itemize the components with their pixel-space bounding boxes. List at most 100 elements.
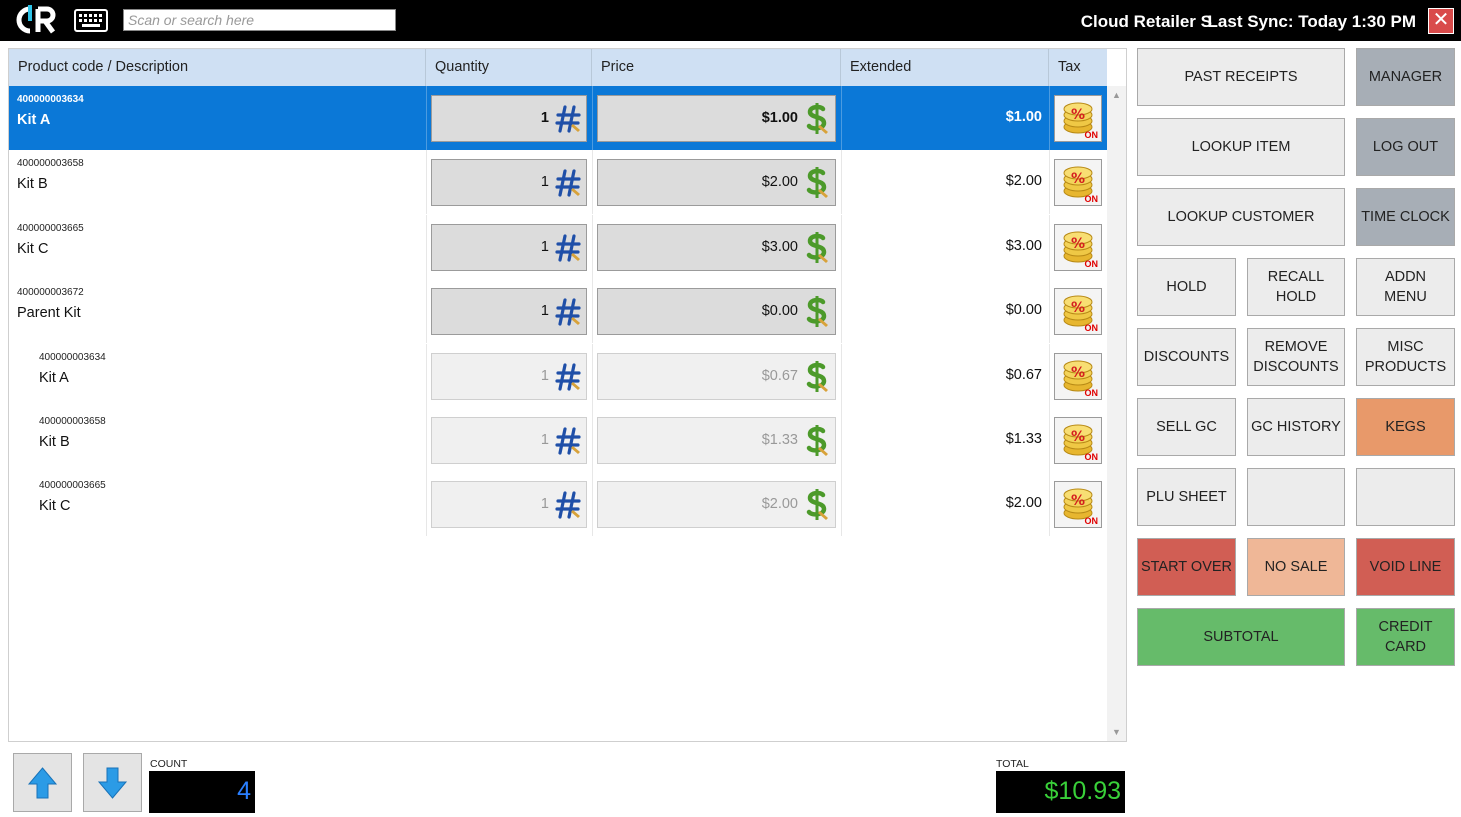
table-row[interactable]: 400000003658 Kit B 1 $2.00 $2.00% ON xyxy=(9,150,1107,215)
product-code: 400000003658 xyxy=(39,416,106,427)
hold-button[interactable]: HOLD xyxy=(1137,258,1236,316)
void-line-button[interactable]: VOID LINE xyxy=(1356,538,1455,596)
quantity-field[interactable]: 1 xyxy=(431,417,587,464)
quantity-field[interactable]: 1 xyxy=(431,159,587,207)
past-receipts-button[interactable]: PAST RECEIPTS xyxy=(1137,48,1345,106)
quantity-value: 1 xyxy=(540,110,549,126)
sell-gc-button[interactable]: SELL GC xyxy=(1137,398,1236,456)
lookup-customer-button[interactable]: LOOKUP CUSTOMER xyxy=(1137,188,1345,246)
svg-text:%: % xyxy=(1071,107,1085,123)
price-field[interactable]: $2.00 xyxy=(597,159,836,207)
price-field[interactable]: $1.00 xyxy=(597,95,836,142)
extended-value: $0.00 xyxy=(1005,302,1042,319)
arrow-down-icon xyxy=(97,767,128,799)
column-separator xyxy=(426,214,427,279)
tax-status: ON xyxy=(1084,194,1099,205)
scroll-down-button[interactable] xyxy=(83,753,142,812)
plu-sheet-button[interactable]: PLU SHEET xyxy=(1137,468,1236,526)
quantity-field[interactable]: 1 xyxy=(431,95,587,142)
table-row[interactable]: 400000003658 Kit B 1 $1.33 $1.33% ON xyxy=(9,408,1107,472)
price-dollar-icon[interactable] xyxy=(804,101,830,136)
column-separator xyxy=(1049,279,1050,344)
column-separator xyxy=(1049,86,1050,150)
price-dollar-icon[interactable] xyxy=(804,230,830,265)
price-dollar-icon[interactable] xyxy=(804,294,830,329)
table-row[interactable]: 400000003665 Kit C 1 $3.00 $3.00% ON xyxy=(9,214,1107,279)
scroll-down-icon[interactable]: ▼ xyxy=(1112,727,1121,737)
column-separator xyxy=(841,343,842,408)
scroll-up-button[interactable] xyxy=(13,753,72,812)
gc-history-button[interactable]: GC HISTORY xyxy=(1247,398,1345,456)
quantity-hash-icon[interactable] xyxy=(555,490,581,520)
quantity-field[interactable]: 1 xyxy=(431,481,587,529)
tax-toggle-button[interactable]: % ON xyxy=(1054,159,1102,207)
price-dollar-icon[interactable] xyxy=(804,487,830,522)
quantity-hash-icon[interactable] xyxy=(555,297,581,327)
product-code: 400000003658 xyxy=(17,158,84,170)
table-row[interactable]: 400000003672 Parent Kit 1 $0.00 $0.00% ON xyxy=(9,279,1107,344)
svg-text:%: % xyxy=(1071,300,1085,316)
credit-card-button[interactable]: CREDIT CARD xyxy=(1356,608,1455,666)
price-field[interactable]: $2.00 xyxy=(597,481,836,529)
subtotal-button[interactable]: SUBTOTAL xyxy=(1137,608,1345,666)
price-value: $1.33 xyxy=(761,432,798,448)
column-separator xyxy=(592,472,593,537)
svg-text:%: % xyxy=(1071,236,1085,252)
column-separator xyxy=(426,343,427,408)
time-clock-button[interactable]: TIME CLOCK xyxy=(1356,188,1455,246)
search-input[interactable]: Scan or search here xyxy=(123,9,396,31)
manager-button[interactable]: MANAGER xyxy=(1356,48,1455,106)
column-separator xyxy=(1049,150,1050,215)
no-sale-button[interactable]: NO SALE xyxy=(1247,538,1345,596)
discounts-button[interactable]: DISCOUNTS xyxy=(1137,328,1236,386)
quantity-hash-icon[interactable] xyxy=(555,362,581,392)
empty-button-1[interactable] xyxy=(1247,468,1345,526)
tax-toggle-button[interactable]: % ON xyxy=(1054,95,1102,142)
column-separator xyxy=(426,408,427,472)
table-row[interactable]: 400000003665 Kit C 1 $2.00 $2.00% ON xyxy=(9,472,1107,537)
grid-scrollbar[interactable] xyxy=(1107,86,1126,741)
quantity-hash-icon[interactable] xyxy=(555,233,581,263)
price-field[interactable]: $1.33 xyxy=(597,417,836,464)
column-separator xyxy=(841,86,842,150)
empty-button-2[interactable] xyxy=(1356,468,1455,526)
table-row[interactable]: 400000003634 Kit A 1 $1.00 $1.00% ON xyxy=(9,86,1107,150)
kegs-button[interactable]: KEGS xyxy=(1356,398,1455,456)
tax-toggle-button[interactable]: % ON xyxy=(1054,481,1102,529)
close-button[interactable]: ✕ xyxy=(1428,8,1454,34)
tax-toggle-button[interactable]: % ON xyxy=(1054,417,1102,464)
log-out-button[interactable]: LOG OUT xyxy=(1356,118,1455,176)
price-field[interactable]: $0.67 xyxy=(597,352,836,400)
addn-menu-button[interactable]: ADDN MENU xyxy=(1356,258,1455,316)
recall-hold-button[interactable]: RECALL HOLD xyxy=(1247,258,1345,316)
price-dollar-icon[interactable] xyxy=(804,359,830,394)
lookup-item-button[interactable]: LOOKUP ITEM xyxy=(1137,118,1345,176)
quantity-field[interactable]: 1 xyxy=(431,223,587,271)
total-display: $10.93 xyxy=(996,771,1125,813)
quantity-field[interactable]: 1 xyxy=(431,288,587,336)
tax-toggle-button[interactable]: % ON xyxy=(1054,223,1102,271)
quantity-value: 1 xyxy=(540,238,549,255)
quantity-hash-icon[interactable] xyxy=(555,426,581,456)
scroll-up-icon[interactable]: ▲ xyxy=(1112,90,1121,100)
quantity-value: 1 xyxy=(540,367,549,384)
tax-toggle-button[interactable]: % ON xyxy=(1054,352,1102,400)
price-field[interactable]: $0.00 xyxy=(597,288,836,336)
table-row[interactable]: 400000003634 Kit A 1 $0.67 $0.67% ON xyxy=(9,343,1107,408)
column-header-quantity: Quantity xyxy=(426,49,592,86)
column-separator xyxy=(1049,472,1050,537)
keyboard-icon[interactable] xyxy=(74,9,108,32)
column-separator xyxy=(1049,214,1050,279)
tax-toggle-button[interactable]: % ON xyxy=(1054,288,1102,336)
remove-discounts-button[interactable]: REMOVE DISCOUNTS xyxy=(1247,328,1345,386)
price-dollar-icon[interactable] xyxy=(804,423,830,458)
start-over-button[interactable]: START OVER xyxy=(1137,538,1236,596)
price-field[interactable]: $3.00 xyxy=(597,223,836,271)
quantity-hash-icon[interactable] xyxy=(555,168,581,198)
count-label: COUNT xyxy=(150,758,188,770)
quantity-field[interactable]: 1 xyxy=(431,352,587,400)
price-dollar-icon[interactable] xyxy=(804,165,830,200)
quantity-hash-icon[interactable] xyxy=(555,104,581,134)
misc-products-button[interactable]: MISC PRODUCTS xyxy=(1356,328,1455,386)
tax-status: ON xyxy=(1084,387,1099,398)
